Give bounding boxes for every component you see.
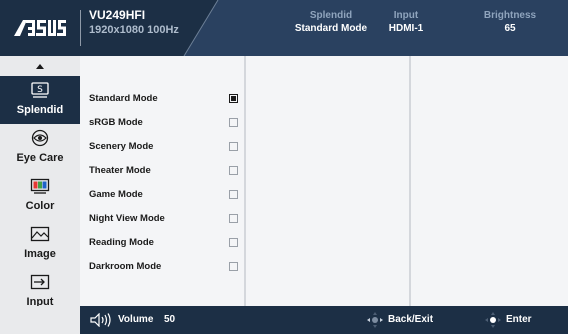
- back-exit-label: Back/Exit: [388, 314, 434, 325]
- mode-option-srgb[interactable]: sRGB Mode: [88, 113, 242, 133]
- svg-text:S: S: [37, 85, 43, 95]
- mode-radio[interactable]: [229, 262, 238, 271]
- sidebar-item-label: Image: [24, 248, 56, 260]
- mode-label: Reading Mode: [89, 237, 154, 248]
- footer-bar: Volume 50 Back/Exit Enter: [0, 306, 568, 334]
- volume-value: 50: [164, 314, 176, 325]
- mode-option-standard[interactable]: Standard Mode: [88, 89, 242, 109]
- sidebar-item-label: Splendid: [16, 104, 64, 116]
- mode-label: sRGB Mode: [89, 117, 143, 128]
- mode-radio[interactable]: [229, 214, 238, 223]
- info-splendid: Splendid Standard Mode: [276, 10, 386, 36]
- mode-label: Game Mode: [89, 189, 143, 200]
- input-icon: [30, 274, 50, 290]
- scroll-up-arrow-icon[interactable]: [36, 64, 44, 69]
- mode-radio-selected[interactable]: [229, 94, 238, 103]
- volume-label: Volume: [118, 314, 154, 325]
- splendid-icon: S: [31, 82, 49, 98]
- logo-divider: [80, 10, 81, 46]
- mode-label: Standard Mode: [89, 93, 158, 104]
- asus-logo: [14, 20, 66, 36]
- info-input-value: HDMI-1: [388, 23, 424, 34]
- mode-option-game[interactable]: Game Mode: [88, 185, 242, 205]
- mode-option-reading[interactable]: Reading Mode: [88, 233, 242, 253]
- info-brightness: Brightness 65: [480, 10, 540, 36]
- mode-option-theater[interactable]: Theater Mode: [88, 161, 242, 181]
- enter-label: Enter: [506, 314, 532, 325]
- volume-icon: [90, 313, 111, 327]
- sidebar-item-label: Eye Care: [16, 152, 64, 164]
- mode-radio[interactable]: [229, 166, 238, 175]
- mode-radio[interactable]: [229, 190, 238, 199]
- mode-option-darkroom[interactable]: Darkroom Mode: [88, 257, 242, 277]
- main-menu-sidebar: S Splendid Eye Care Color Image Input: [0, 56, 80, 323]
- resolution-info: 1920x1080 100Hz: [89, 24, 179, 36]
- info-input-label: Input: [393, 10, 419, 21]
- mode-label: Scenery Mode: [89, 141, 154, 152]
- info-splendid-label: Splendid: [309, 10, 353, 21]
- mode-radio[interactable]: [229, 238, 238, 247]
- sidebar-item-label: Color: [25, 200, 55, 212]
- option-column: [246, 56, 409, 306]
- eye-care-icon: [31, 129, 49, 147]
- sidebar-item-splendid[interactable]: S Splendid: [0, 76, 80, 124]
- mode-option-scenery[interactable]: Scenery Mode: [88, 137, 242, 157]
- joystick-left-right-icon: [367, 312, 383, 328]
- sidebar-item-color[interactable]: Color: [0, 172, 80, 220]
- info-brightness-value: 65: [504, 23, 516, 34]
- model-name: VU249HFI: [89, 8, 146, 22]
- mode-label: Theater Mode: [89, 165, 151, 176]
- detail-column: [411, 56, 568, 306]
- color-icon: [30, 178, 50, 194]
- sidebar-item-image[interactable]: Image: [0, 220, 80, 268]
- header-bar: VU249HFI 1920x1080 100Hz Splendid Standa…: [0, 0, 568, 56]
- info-splendid-value: Standard Mode: [294, 23, 368, 34]
- mode-label: Darkroom Mode: [89, 261, 162, 272]
- info-brightness-label: Brightness: [483, 10, 537, 21]
- image-icon: [30, 226, 50, 242]
- osd-menu: VU249HFI 1920x1080 100Hz Splendid Standa…: [0, 0, 568, 334]
- sidebar-item-eye-care[interactable]: Eye Care: [0, 124, 80, 172]
- mode-radio[interactable]: [229, 142, 238, 151]
- footer-left-block: [0, 306, 80, 334]
- mode-radio[interactable]: [229, 118, 238, 127]
- mode-label: Night View Mode: [89, 213, 165, 224]
- info-input: Input HDMI-1: [376, 10, 436, 36]
- joystick-press-icon: [485, 312, 501, 328]
- mode-option-night-view[interactable]: Night View Mode: [88, 209, 242, 229]
